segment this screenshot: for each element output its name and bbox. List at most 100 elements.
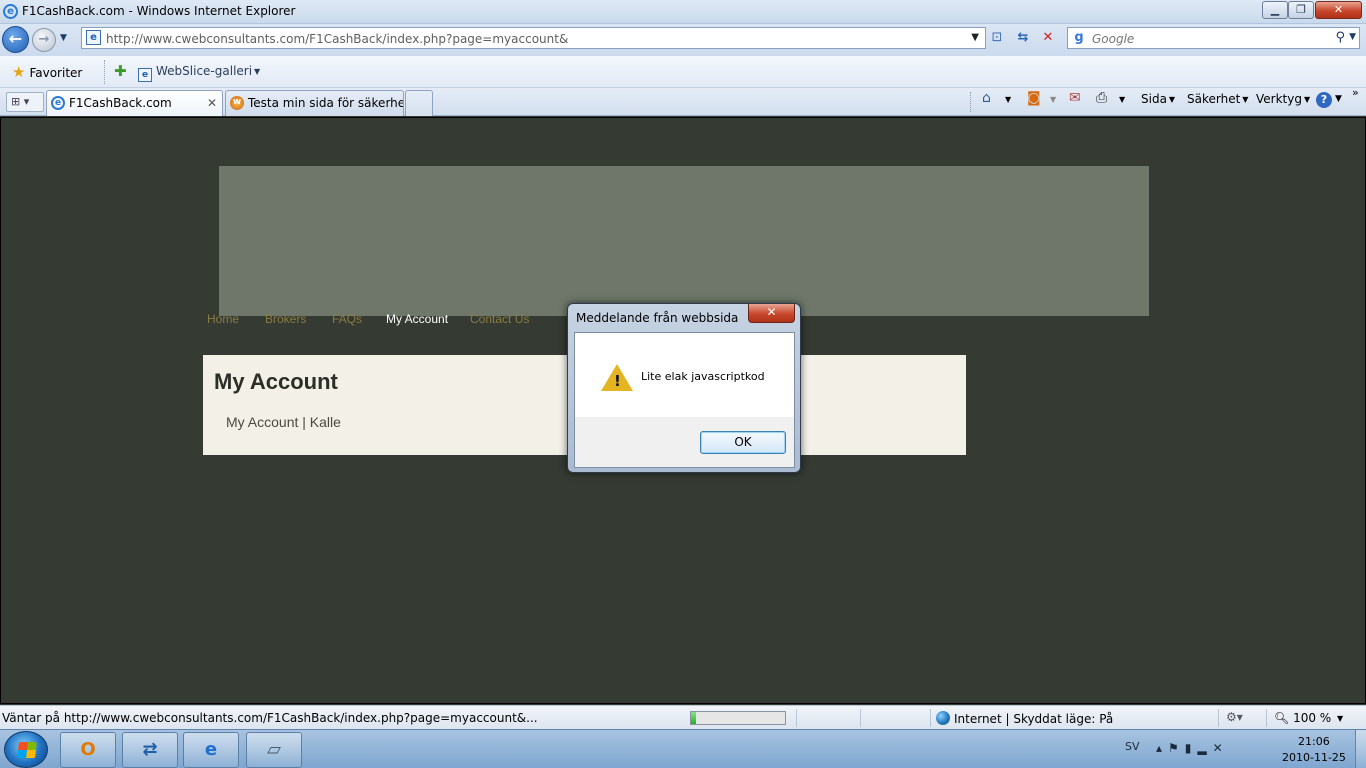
new-tab-button[interactable] [405, 90, 433, 116]
account-user-line: My Account | Kalle [226, 414, 341, 430]
minimize-button[interactable]: ▁ [1262, 1, 1288, 19]
language-indicator[interactable]: SV [1125, 740, 1140, 753]
separator [860, 709, 861, 727]
webslice-gallery-button[interactable]: e WebSlice-galleri ▼ [138, 64, 260, 82]
add-to-favorites-icon[interactable]: ✚ [114, 62, 127, 80]
dialog-title: Meddelande från webbsida [576, 311, 739, 325]
windows-taskbar: O ⇄ e ▱ SV ▴⚑▮▂✕ 21:06 2010-11-25 [0, 729, 1366, 768]
separator [104, 60, 105, 84]
ok-button[interactable]: OK [700, 431, 786, 454]
home-dropdown-icon[interactable]: ▼ [1005, 95, 1011, 104]
webslice-icon: e [138, 68, 152, 82]
window-title: F1CashBack.com - Windows Internet Explor… [22, 4, 296, 18]
site-header-banner [219, 166, 1149, 316]
close-tab-icon[interactable]: ✕ [207, 91, 217, 115]
taskbar-remote-desktop-button[interactable]: ⇄ [122, 732, 178, 768]
zoom-label: 100 % [1293, 711, 1332, 725]
chevron-more-icon[interactable]: » [1352, 86, 1359, 99]
nav-link-brokers[interactable]: Brokers [265, 312, 306, 326]
search-placeholder[interactable]: Google [1092, 32, 1134, 46]
loading-progress-bar [690, 711, 786, 725]
page-menu[interactable]: Sida ▼ [1141, 92, 1175, 106]
ie-page-icon: e [51, 96, 65, 110]
dialog-footer: OK [575, 417, 794, 467]
chevron-down-icon: ▼ [1337, 714, 1344, 723]
compatibility-view-icon[interactable]: ⊡ [986, 28, 1008, 48]
protected-mode-settings-icon[interactable]: ⚙▾ [1226, 710, 1243, 724]
safety-menu[interactable]: Säkerhet ▼ [1187, 92, 1248, 106]
back-button[interactable]: ← [2, 26, 29, 53]
refresh-icon[interactable]: ⇆ [1012, 28, 1034, 48]
tab-label: F1CashBack.com [69, 96, 172, 110]
status-bar: Väntar på http://www.cwebconsultants.com… [0, 705, 1366, 729]
start-button[interactable] [4, 731, 48, 768]
separator [1266, 709, 1267, 727]
help-icon[interactable]: ? [1316, 92, 1332, 108]
alert-dialog: Meddelande från webbsida ✕ ! Lite elak j… [567, 303, 801, 473]
url-text[interactable]: http://www.cwebconsultants.com/F1CashBac… [106, 32, 568, 46]
ie-logo-icon: e [3, 4, 18, 19]
stop-icon[interactable]: ✕ [1037, 28, 1059, 48]
security-zone[interactable]: Internet | Skyddat läge: På [936, 711, 1113, 726]
nav-link-home[interactable]: Home [207, 312, 239, 326]
nav-link-faqs[interactable]: FAQs [332, 312, 362, 326]
chevron-down-icon: ▼ [1242, 95, 1249, 104]
page-icon: e [86, 30, 101, 45]
recent-pages-dropdown-icon[interactable]: ▼ [60, 33, 67, 43]
print-dropdown-icon[interactable]: ▼ [1119, 95, 1125, 104]
site-favicon-icon: w [230, 96, 244, 110]
nav-link-contact-us[interactable]: Contact Us [470, 312, 529, 326]
windows-logo-icon [17, 742, 37, 758]
search-icon[interactable]: ⚲ [1335, 30, 1345, 45]
separator [796, 709, 797, 727]
chevron-down-icon: ▼ [1303, 95, 1311, 104]
forward-button[interactable]: → [32, 28, 56, 52]
feeds-icon[interactable]: ◙ [1027, 90, 1041, 106]
maximize-button[interactable]: ❐ [1288, 1, 1314, 19]
address-field[interactable]: e http://www.cwebconsultants.com/F1CashB… [81, 27, 986, 49]
search-options-dropdown-icon[interactable]: ▼ [1349, 32, 1356, 42]
dialog-message: Lite elak javascriptkod [641, 370, 765, 383]
warning-icon: ! [601, 364, 633, 391]
taskbar-outlook-button[interactable]: O [60, 732, 116, 768]
print-icon[interactable]: ⎙ [1096, 90, 1107, 106]
clock-date[interactable]: 2010-11-25 [1282, 751, 1346, 764]
chevron-down-icon: ▼ [254, 67, 261, 76]
quick-tabs-button[interactable]: ⊞ ▾ [6, 92, 44, 112]
read-mail-icon[interactable]: ✉ [1069, 90, 1081, 106]
zoom-icon: 🔍︎ [1274, 711, 1290, 725]
clock-time[interactable]: 21:06 [1298, 735, 1330, 748]
page-menu-label: Sida [1141, 92, 1167, 106]
tray-icons[interactable]: ▴⚑▮▂✕ [1156, 741, 1229, 755]
show-desktop-button[interactable] [1355, 730, 1366, 768]
tab-f1cashback[interactable]: e F1CashBack.com ✕ [46, 90, 223, 116]
close-window-button[interactable]: ✕ [1315, 1, 1362, 19]
address-dropdown-icon[interactable]: ▼ [971, 32, 979, 43]
separator [970, 92, 971, 112]
favorites-bar: ★ Favoriter ✚ e WebSlice-galleri ▼ [0, 56, 1366, 88]
help-dropdown-icon[interactable]: ▼ [1335, 94, 1342, 104]
favorites-label: Favoriter [29, 66, 83, 80]
favorites-button[interactable]: ★ Favoriter [12, 63, 82, 81]
google-icon: g [1074, 30, 1084, 45]
taskbar-internet-explorer-button[interactable]: e [183, 732, 239, 768]
safety-menu-label: Säkerhet [1187, 92, 1241, 106]
zoom-level[interactable]: 🔍︎ 100 % ▼ [1274, 711, 1343, 725]
tools-menu[interactable]: Verktyg ▼ [1256, 92, 1310, 106]
feeds-dropdown-icon[interactable]: ▼ [1050, 95, 1056, 104]
nav-link-my-account[interactable]: My Account [386, 312, 448, 326]
home-icon[interactable]: ⌂ [982, 90, 991, 106]
progress-fill [691, 712, 696, 724]
status-text: Väntar på http://www.cwebconsultants.com… [2, 711, 538, 725]
search-field[interactable]: g Google ⚲ ▼ [1067, 27, 1360, 49]
zone-label: Internet | Skyddat läge: På [954, 712, 1114, 726]
dialog-body: ! Lite elak javascriptkod OK [574, 332, 795, 468]
separator [1218, 709, 1219, 727]
taskbar-window-button[interactable]: ▱ [246, 732, 302, 768]
dialog-close-button[interactable]: ✕ [748, 304, 795, 323]
tools-menu-label: Verktyg [1256, 92, 1302, 106]
globe-icon [936, 711, 950, 725]
tab-label: Testa min sida för säkerhet... [248, 96, 404, 110]
tab-security-test[interactable]: w Testa min sida för säkerhet... [225, 90, 404, 116]
page-heading: My Account [214, 369, 338, 394]
